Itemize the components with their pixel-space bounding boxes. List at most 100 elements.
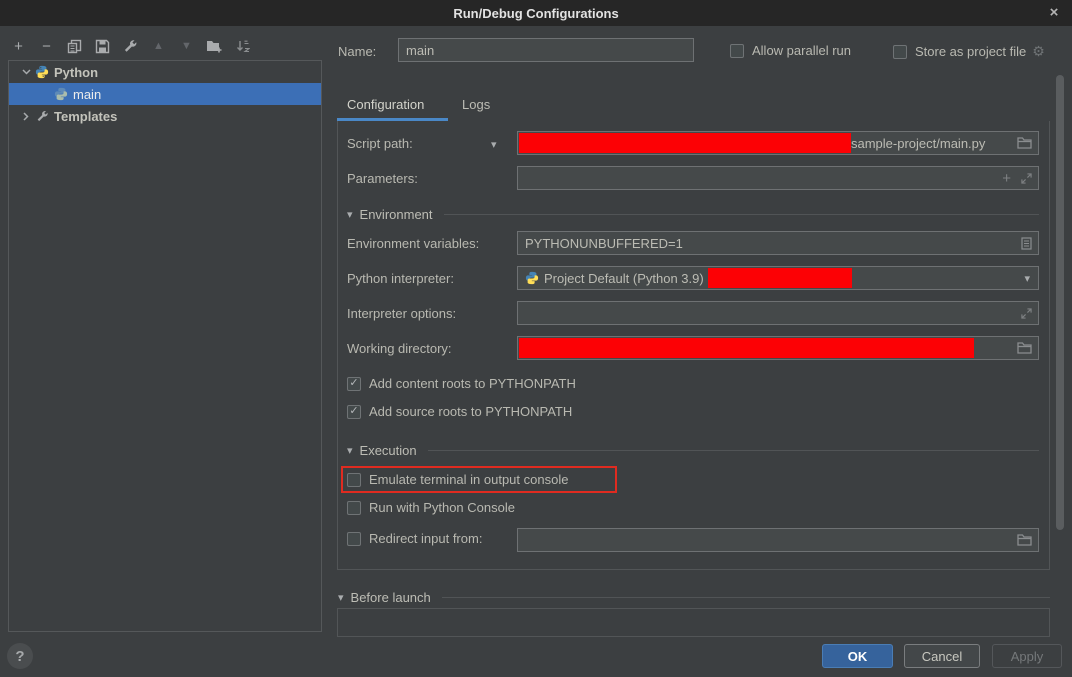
dialog-title: Run/Debug Configurations (453, 6, 618, 21)
tree-item-python[interactable]: Python (9, 61, 321, 83)
add-content-roots-label: Add content roots to PYTHONPATH (369, 376, 576, 391)
add-content-roots-row[interactable]: ✓ Add content roots to PYTHONPATH (347, 376, 576, 391)
sort-configurations-icon[interactable] (234, 38, 251, 55)
store-as-project-file-label: Store as project file (915, 44, 1026, 59)
working-directory-label: Working directory: (347, 341, 452, 356)
emulate-terminal-checkbox[interactable] (347, 473, 361, 487)
close-icon[interactable]: × (1045, 3, 1063, 21)
expand-field-icon[interactable] (1021, 173, 1032, 184)
copy-configuration-icon[interactable] (66, 38, 83, 55)
tree-item-label: Python (54, 65, 98, 80)
interpreter-options-label: Interpreter options: (347, 306, 456, 321)
apply-button: Apply (992, 644, 1062, 668)
chevron-right-icon[interactable] (18, 112, 34, 121)
tab-configuration[interactable]: Configuration (347, 97, 424, 112)
before-launch-task-list[interactable] (337, 608, 1050, 637)
python-logo-icon (34, 64, 50, 80)
tab-logs[interactable]: Logs (462, 97, 490, 112)
help-button[interactable]: ? (7, 643, 33, 669)
python-logo-icon (53, 86, 69, 102)
script-path-label: Script path: (347, 136, 413, 151)
parameters-field[interactable]: + (517, 166, 1039, 190)
move-down-icon: ▼ (178, 38, 195, 55)
interpreter-value: Project Default (Python 3.9) (544, 271, 704, 286)
before-launch-section-header[interactable]: ▾ Before launch (338, 590, 1050, 605)
edit-variables-list-icon[interactable] (1021, 237, 1032, 250)
expand-field-icon[interactable] (1021, 308, 1032, 319)
vertical-scrollbar[interactable] (1056, 75, 1064, 530)
interpreter-combobox[interactable]: Project Default (Python 3.9) ▾ (517, 266, 1039, 290)
tree-item-main[interactable]: main (9, 83, 321, 105)
environment-section-label: Environment (360, 207, 433, 222)
python-logo-icon (525, 271, 539, 285)
browse-folder-icon[interactable] (1017, 137, 1032, 149)
ok-button[interactable]: OK (822, 644, 893, 668)
redaction-block (708, 268, 852, 288)
add-source-roots-label: Add source roots to PYTHONPATH (369, 404, 572, 419)
tree-item-label: Templates (54, 109, 117, 124)
add-content-roots-checkbox[interactable]: ✓ (347, 377, 361, 391)
interpreter-label: Python interpreter: (347, 271, 454, 286)
section-collapse-icon[interactable]: ▾ (338, 591, 344, 604)
emulate-terminal-label: Emulate terminal in output console (369, 472, 568, 487)
interpreter-options-field[interactable] (517, 301, 1039, 325)
check-icon: ✓ (349, 406, 358, 417)
interpreter-dropdown-icon[interactable]: ▾ (1024, 272, 1030, 285)
working-directory-field[interactable] (517, 336, 1039, 360)
section-collapse-icon[interactable]: ▾ (347, 444, 353, 457)
redaction-block (519, 338, 974, 358)
env-vars-value: PYTHONUNBUFFERED=1 (518, 236, 683, 251)
env-vars-field[interactable]: PYTHONUNBUFFERED=1 (517, 231, 1039, 255)
run-python-console-label: Run with Python Console (369, 500, 515, 515)
section-divider (442, 597, 1050, 598)
cancel-button[interactable]: Cancel (904, 644, 980, 668)
store-as-project-file-row[interactable]: Store as project file ⚙ (893, 43, 1045, 60)
remove-configuration-icon[interactable]: − (38, 38, 55, 55)
redaction-block (519, 133, 851, 153)
wrench-icon (34, 108, 50, 124)
add-macro-icon[interactable]: + (1002, 170, 1011, 187)
execution-section-header[interactable]: ▾ Execution (347, 443, 1039, 458)
browse-folder-icon[interactable] (1017, 342, 1032, 354)
add-source-roots-row[interactable]: ✓ Add source roots to PYTHONPATH (347, 404, 572, 419)
section-divider (428, 450, 1039, 451)
gear-icon[interactable]: ⚙ (1032, 43, 1045, 60)
script-path-dropdown-icon[interactable]: ▾ (491, 138, 497, 151)
redirect-input-field[interactable] (517, 528, 1039, 552)
allow-parallel-run-row[interactable]: Allow parallel run (730, 43, 851, 58)
edit-templates-wrench-icon[interactable] (122, 38, 139, 55)
new-folder-icon[interactable] (206, 38, 223, 55)
script-path-field[interactable]: sample-project/main.py (517, 131, 1039, 155)
redirect-input-label: Redirect input from: (369, 531, 482, 546)
name-input[interactable] (398, 38, 694, 62)
check-icon: ✓ (349, 378, 358, 389)
save-configuration-icon[interactable] (94, 38, 111, 55)
execution-section-label: Execution (360, 443, 417, 458)
allow-parallel-run-label: Allow parallel run (752, 43, 851, 58)
add-configuration-icon[interactable]: + (10, 38, 27, 55)
redirect-input-checkbox[interactable] (347, 532, 361, 546)
emulate-terminal-highlight: Emulate terminal in output console (341, 466, 617, 493)
redirect-input-row[interactable]: Redirect input from: (347, 531, 482, 546)
script-path-value: sample-project/main.py (851, 136, 985, 151)
configurations-toolbar: + − ▲ ▼ (10, 36, 251, 56)
configurations-tree: Python main Templates (8, 60, 322, 632)
run-python-console-row[interactable]: Run with Python Console (347, 500, 515, 515)
environment-section-header[interactable]: ▾ Environment (347, 207, 1039, 222)
section-divider (444, 214, 1039, 215)
browse-folder-icon[interactable] (1017, 534, 1032, 546)
dialog-titlebar: Run/Debug Configurations × (0, 0, 1072, 26)
chevron-down-icon[interactable] (18, 69, 34, 75)
env-vars-label: Environment variables: (347, 236, 479, 251)
add-source-roots-checkbox[interactable]: ✓ (347, 405, 361, 419)
move-up-icon: ▲ (150, 38, 167, 55)
store-as-project-file-checkbox[interactable] (893, 45, 907, 59)
run-python-console-checkbox[interactable] (347, 501, 361, 515)
before-launch-section-label: Before launch (351, 590, 431, 605)
tree-item-label: main (73, 87, 101, 102)
parameters-label: Parameters: (347, 171, 418, 186)
tree-item-templates[interactable]: Templates (9, 105, 321, 127)
name-label: Name: (338, 44, 376, 59)
allow-parallel-run-checkbox[interactable] (730, 44, 744, 58)
section-collapse-icon[interactable]: ▾ (347, 208, 353, 221)
